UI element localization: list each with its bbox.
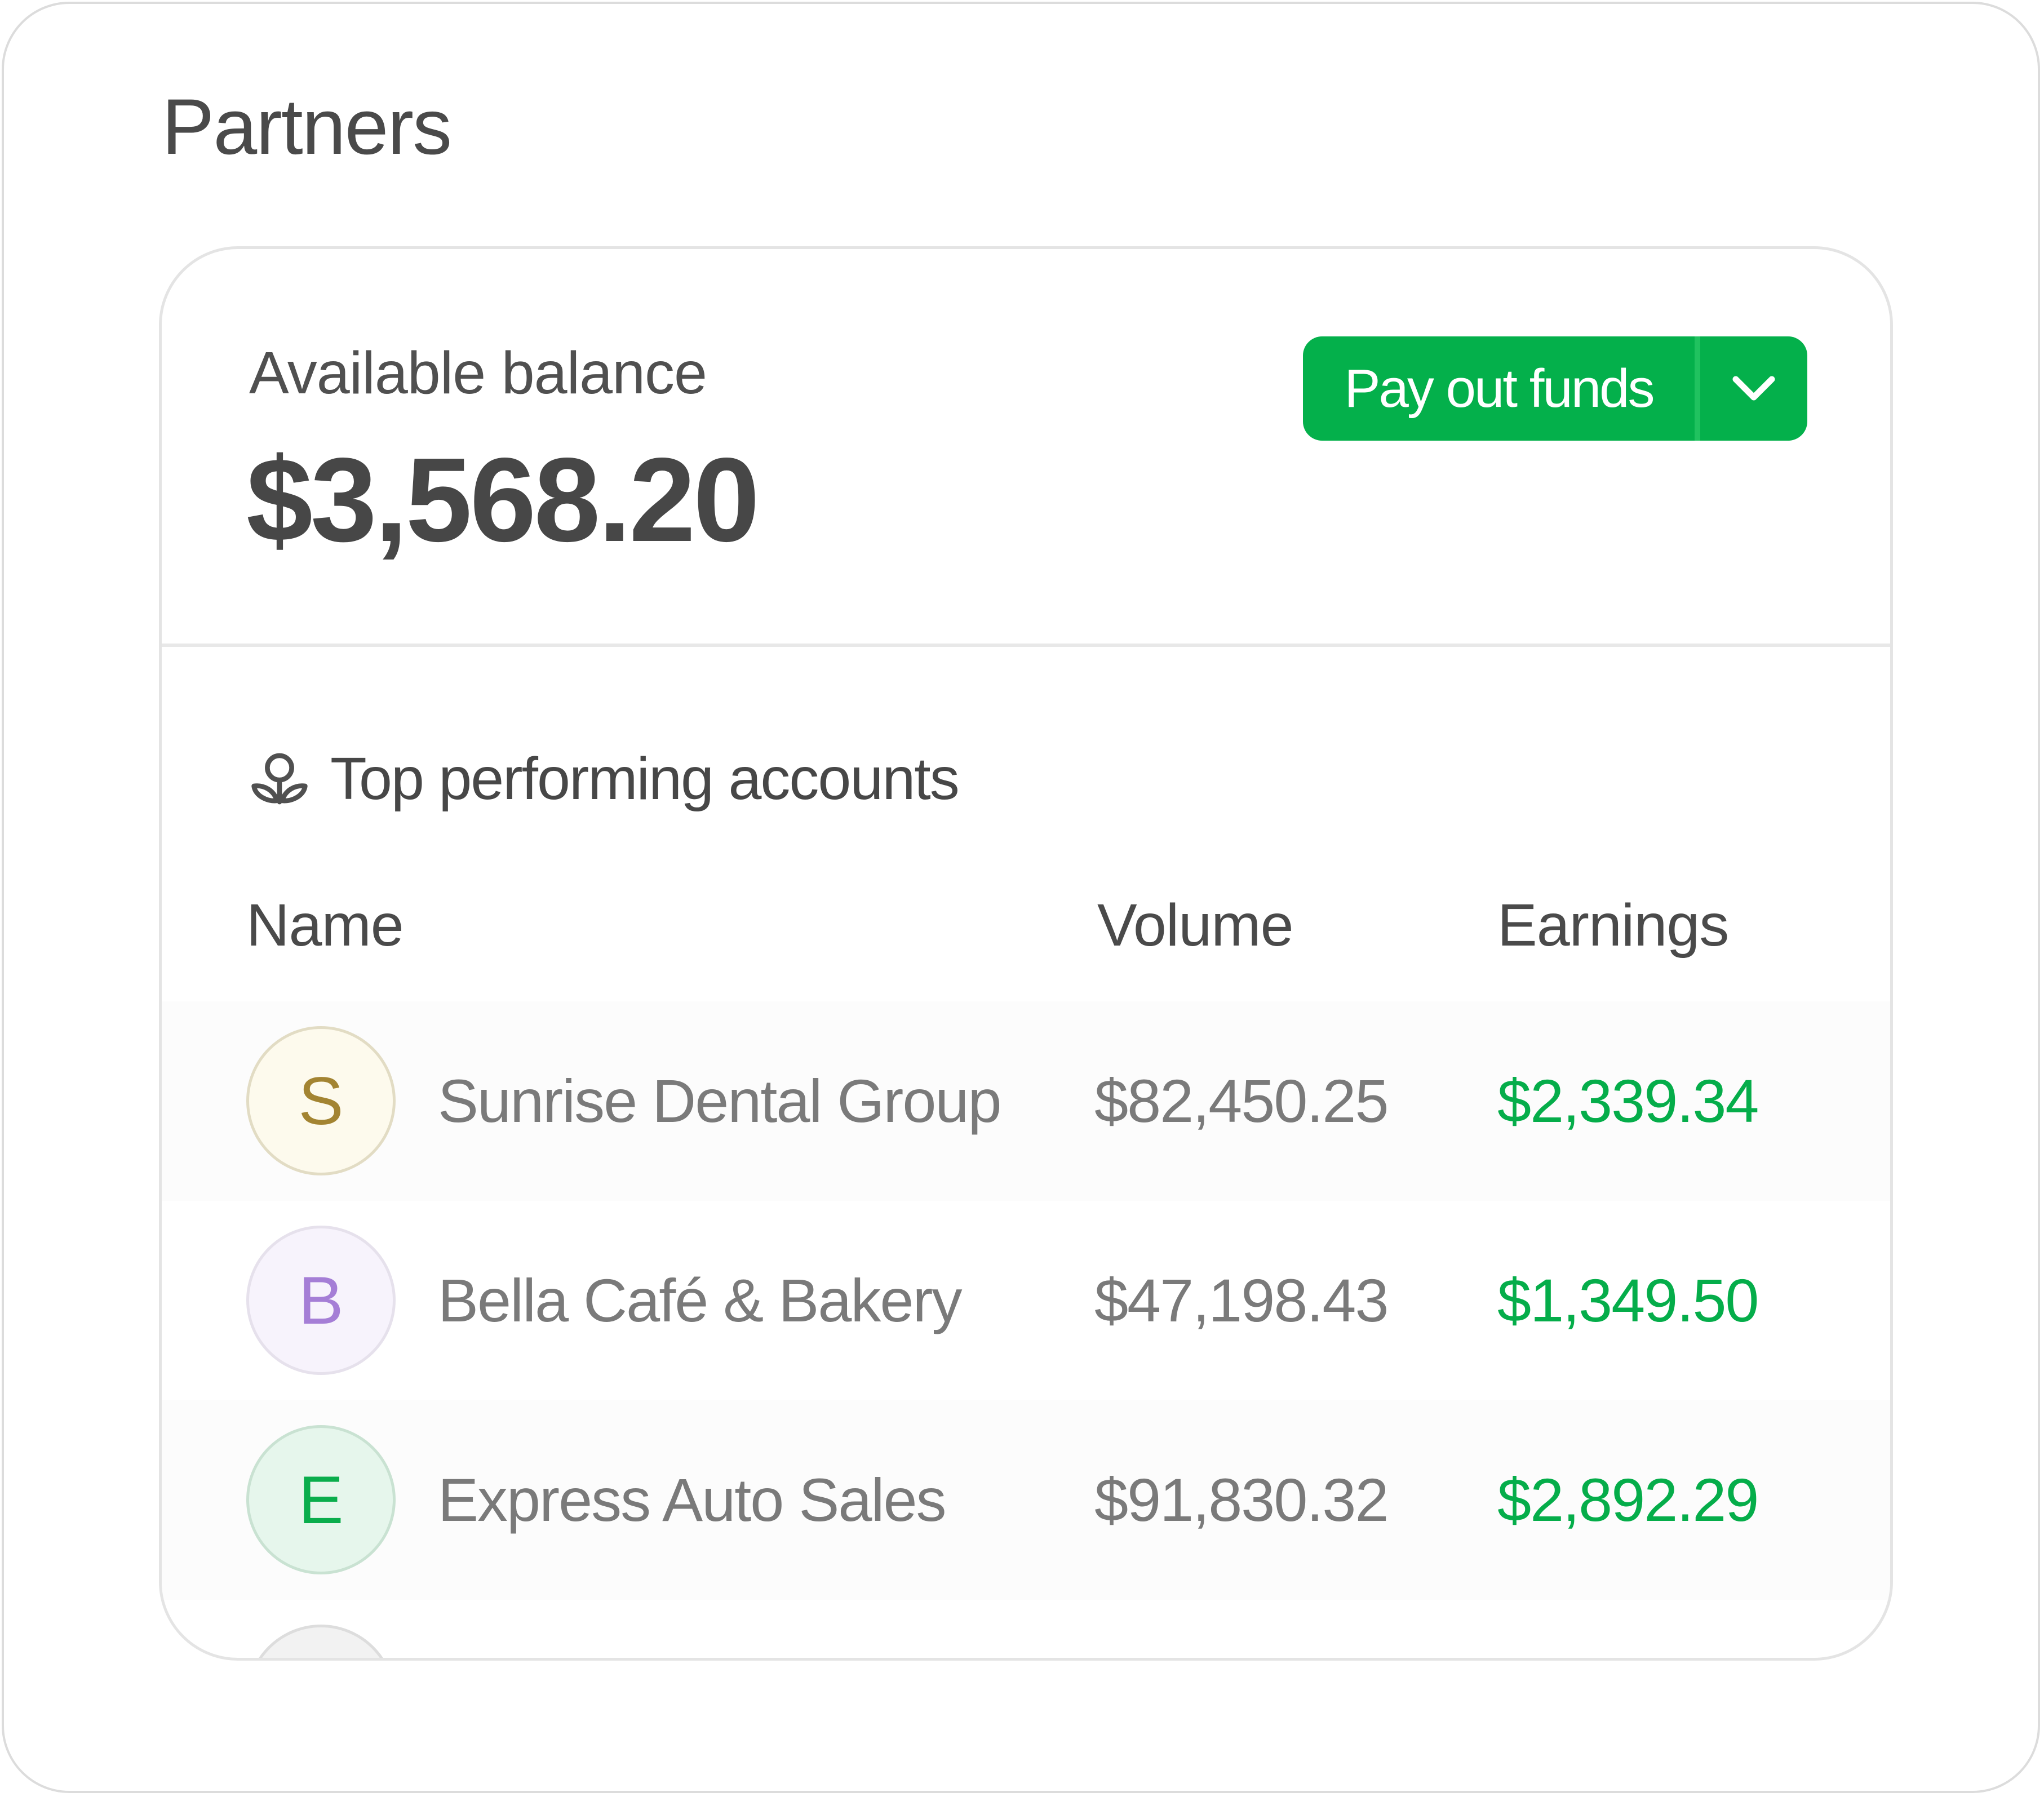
balance-card: Available balance $3,568.20 Pay out fund… (159, 246, 1893, 1661)
column-header-name: Name (246, 892, 404, 959)
account-name: Bella Café & Bakery (438, 1266, 962, 1334)
available-balance-amount: $3,568.20 (246, 433, 760, 566)
section-header: Top performing accounts (249, 739, 960, 818)
avatar: E (246, 1425, 396, 1574)
available-balance-label: Available balance (249, 340, 707, 406)
table-row[interactable]: S Sunrise Dental Group $82,450.25 $2,339… (162, 1001, 1890, 1201)
account-name: Express Auto Sales (438, 1466, 947, 1534)
account-earnings: $1,349.50 (1497, 1266, 1759, 1334)
partners-icon (251, 753, 308, 805)
account-volume: $82,450.25 (1094, 1067, 1389, 1135)
pay-out-funds-button[interactable]: Pay out funds (1303, 336, 1695, 441)
table-row[interactable] (162, 1600, 1890, 1658)
split-button-divider (1695, 336, 1700, 441)
table-row[interactable]: B Bella Café & Bakery $47,198.43 $1,349.… (162, 1201, 1890, 1400)
column-header-volume: Volume (1097, 892, 1294, 959)
account-name: Sunrise Dental Group (438, 1067, 1002, 1135)
account-volume: $91,830.32 (1094, 1466, 1389, 1534)
column-header-earnings: Earnings (1497, 892, 1729, 959)
page-title: Partners (162, 82, 452, 171)
account-earnings: $2,892.29 (1497, 1466, 1759, 1534)
pay-out-split-button: Pay out funds (1303, 336, 1807, 441)
account-volume: $47,198.43 (1094, 1266, 1389, 1334)
pay-out-options-toggle[interactable] (1700, 336, 1807, 441)
chevron-down-icon (1732, 376, 1775, 400)
avatar: S (246, 1026, 396, 1175)
avatar (246, 1625, 396, 1658)
account-earnings: $2,339.34 (1497, 1067, 1759, 1135)
card-divider (162, 644, 1890, 647)
table-row[interactable]: E Express Auto Sales $91,830.32 $2,892.2… (162, 1400, 1890, 1600)
section-title: Top performing accounts (330, 746, 960, 812)
avatar: B (246, 1226, 396, 1375)
app-frame: Partners Available balance $3,568.20 Pay… (2, 2, 2040, 1793)
